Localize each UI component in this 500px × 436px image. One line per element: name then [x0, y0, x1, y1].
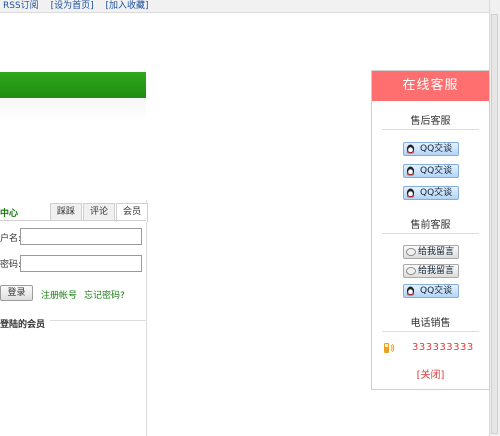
- member-center-title: 中心: [0, 209, 19, 219]
- after-sales-divider: [382, 129, 479, 130]
- phone-sales-heading: 电话销售: [410, 318, 451, 329]
- gray-stripe: [0, 98, 146, 122]
- phone-sales-divider: [382, 331, 479, 332]
- column-divider: [146, 200, 147, 436]
- leave-message-button[interactable]: 给我留言: [403, 245, 459, 259]
- leave-message-button[interactable]: 给我留言: [403, 264, 459, 278]
- scrollbar-thumb[interactable]: [491, 14, 498, 434]
- phone-icon: [384, 343, 395, 353]
- add-favorite-link[interactable]: [加入收藏]: [105, 1, 148, 11]
- tab-caicai[interactable]: 踩踩: [50, 203, 83, 221]
- qq-penguin-icon: [406, 286, 415, 296]
- pre-sales-divider: [382, 233, 479, 234]
- customer-service-title: 在线客服: [372, 71, 489, 101]
- phone-number: 333333333: [412, 342, 474, 353]
- vertical-scrollbar[interactable]: [489, 0, 500, 436]
- pre-sales-heading: 售前客服: [410, 220, 451, 231]
- qq-chat-label: QQ交谈: [420, 286, 453, 296]
- password-field[interactable]: [20, 255, 142, 272]
- member-tabs: 踩踩 评论 会员: [50, 203, 149, 222]
- leave-message-label: 给我留言: [418, 266, 455, 276]
- qq-chat-label: QQ交谈: [420, 166, 453, 176]
- top-bar: RSS订阅 [设为首页] [加入收藏]: [0, 0, 490, 13]
- qq-penguin-icon: [406, 144, 415, 154]
- qq-penguin-icon: [406, 166, 415, 176]
- qq-chat-button[interactable]: QQ交谈: [403, 142, 459, 156]
- qq-penguin-icon: [406, 188, 415, 198]
- login-button[interactable]: 登录: [0, 285, 33, 301]
- leave-message-label: 给我留言: [418, 247, 455, 257]
- password-label: 密码:: [0, 260, 22, 270]
- online-members-divider: [50, 320, 146, 321]
- forgot-password-link[interactable]: 忘记密码?: [84, 288, 125, 301]
- tab-comments[interactable]: 评论: [83, 203, 116, 221]
- qq-chat-label: QQ交谈: [420, 188, 453, 198]
- username-field[interactable]: [20, 228, 142, 245]
- close-link[interactable]: [关闭]: [372, 366, 489, 381]
- rss-link[interactable]: RSS订阅: [3, 1, 39, 11]
- tab-underline: [0, 220, 146, 221]
- qq-chat-button[interactable]: QQ交谈: [403, 164, 459, 178]
- message-bubble-icon: [406, 267, 416, 275]
- qq-chat-button[interactable]: QQ交谈: [403, 284, 459, 298]
- qq-chat-button[interactable]: QQ交谈: [403, 186, 459, 200]
- set-homepage-link[interactable]: [设为首页]: [51, 1, 94, 11]
- username-label: 户名:: [0, 234, 22, 244]
- customer-service-panel: 在线客服 售后客服 QQ交谈 QQ交谈 QQ交谈 售前客服 给我留言 给我留言 …: [371, 70, 490, 390]
- top-links: RSS订阅 [设为首页] [加入收藏]: [3, 0, 158, 11]
- after-sales-heading: 售后客服: [410, 116, 451, 127]
- register-link[interactable]: 注册帐号: [41, 288, 77, 301]
- online-members-title: 登陆的会员: [0, 320, 46, 330]
- message-bubble-icon: [406, 248, 416, 256]
- green-header-bar: [0, 72, 146, 98]
- qq-chat-label: QQ交谈: [420, 144, 453, 154]
